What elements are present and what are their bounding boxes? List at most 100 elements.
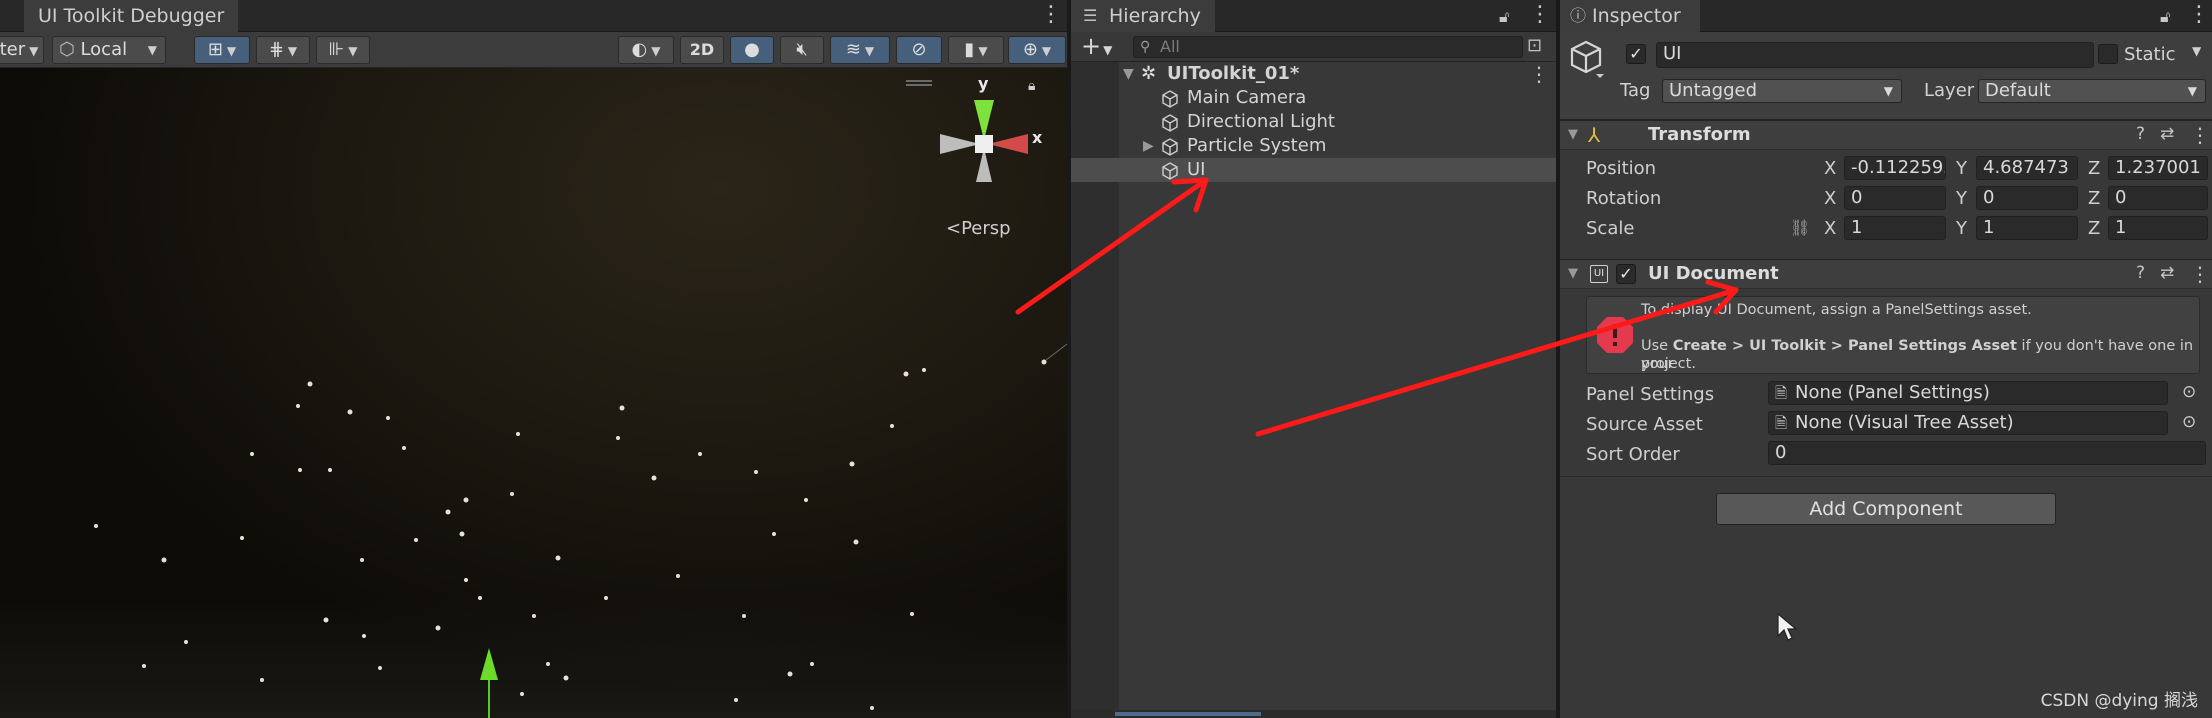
help-icon[interactable]: ? bbox=[2136, 263, 2145, 283]
tab-ui-toolkit-debugger[interactable]: UI Toolkit Debugger bbox=[24, 0, 239, 32]
orientation-gizmo[interactable]: y x 🔒︎ <Persp bbox=[920, 74, 1067, 250]
expand-arrow-icon[interactable]: ▶ bbox=[1143, 134, 1154, 158]
transform-component-header[interactable]: ▼ ⅄ Transform ? ⇄ ⋮ bbox=[1560, 120, 2212, 150]
scene-more-icon[interactable]: ⋮ bbox=[1040, 3, 1062, 27]
object-picker-icon[interactable]: ⊙ bbox=[2182, 382, 2196, 402]
2d-toggle-button[interactable]: 2D bbox=[680, 36, 724, 64]
hierarchy-item-directional-light[interactable]: Directional Light bbox=[1071, 110, 1556, 134]
preset-icon[interactable]: ⇄ bbox=[2160, 124, 2174, 144]
gameobject-active-checkbox[interactable]: ✓ bbox=[1626, 44, 1646, 64]
gameobject-cube-icon bbox=[1570, 40, 1604, 78]
lock-icon[interactable]: 🔒︎ bbox=[1028, 78, 1035, 94]
hierarchy-scrollbar-thumb[interactable] bbox=[1115, 712, 1261, 716]
lock-icon[interactable]: 🔓︎ bbox=[2160, 5, 2170, 29]
grid-snap-button[interactable]: ⊞ ▼ bbox=[194, 36, 250, 64]
inspector-more-icon[interactable]: ⋮ bbox=[2188, 3, 2210, 27]
transform-title: Transform bbox=[1648, 124, 1751, 145]
expand-arrow-icon[interactable]: ▼ bbox=[1123, 62, 1134, 86]
object-picker-icon[interactable]: ⊙ bbox=[2182, 412, 2196, 432]
panel-splitter[interactable] bbox=[1067, 0, 1071, 718]
list-icon: ☰ bbox=[1083, 6, 1098, 25]
scale-z-field[interactable]: 1 bbox=[2108, 216, 2208, 240]
chevron-down-icon[interactable]: ▼ bbox=[2192, 44, 2201, 58]
hierarchy-item-main-camera[interactable]: Main Camera bbox=[1071, 86, 1556, 110]
grid-icon: ⋕ bbox=[268, 39, 284, 60]
x-cone bbox=[988, 134, 1028, 154]
globe-icon: ⊕ bbox=[1022, 39, 1038, 60]
add-component-button[interactable]: Add Component bbox=[1716, 493, 2056, 525]
rotation-y-axis-label[interactable]: Y bbox=[1956, 188, 1967, 209]
hierarchy-more-icon[interactable]: ⋮ bbox=[1529, 3, 1551, 27]
rotation-z-field[interactable]: 0 bbox=[2108, 186, 2208, 210]
component-more-icon[interactable]: ⋮ bbox=[2190, 262, 2210, 286]
search-filter-icon[interactable]: ⊡ bbox=[1527, 35, 1542, 56]
foldout-arrow-icon[interactable]: ▼ bbox=[1568, 127, 1578, 142]
tag-dropdown[interactable]: Untagged ▼ bbox=[1662, 79, 1902, 103]
increment-snap-button[interactable]: ⊪ ▼ bbox=[316, 36, 370, 64]
hierarchy-scrollbar-track[interactable] bbox=[1071, 710, 1556, 718]
scale-y-field[interactable]: 1 bbox=[1976, 216, 2078, 240]
space-dropdown[interactable]: ⬡ Local ▼ bbox=[52, 36, 166, 64]
scene-viewport[interactable]: y x 🔒︎ <Persp bbox=[0, 68, 1067, 718]
position-z-field[interactable]: 1.237001 bbox=[2108, 156, 2208, 180]
rotation-x-field[interactable]: 0 bbox=[1844, 186, 1946, 210]
constrain-proportions-icon[interactable]: ⛓︎ bbox=[1790, 218, 1810, 237]
scale-z-axis-label[interactable]: Z bbox=[2088, 218, 2100, 239]
position-x-axis-label[interactable]: X bbox=[1824, 158, 1836, 179]
position-y-field[interactable]: 4.687473 bbox=[1976, 156, 2078, 180]
position-z-axis-label[interactable]: Z bbox=[2088, 158, 2100, 179]
rotation-z-axis-label[interactable]: Z bbox=[2088, 188, 2100, 209]
panel-settings-field[interactable]: 🗎︎ None (Panel Settings) bbox=[1768, 381, 2168, 405]
overlay-handle-icon[interactable] bbox=[906, 80, 932, 86]
hierarchy-panel: ☰ Hierarchy 🔓︎ ⋮ + ▼ ⚲ All ⊡ ▼ ✲ UIToolki… bbox=[1071, 0, 1556, 718]
projection-toggle[interactable]: <Persp bbox=[946, 218, 1011, 239]
tab-inspector[interactable]: ⓘ Inspector bbox=[1560, 0, 1700, 32]
lighting-toggle-button[interactable]: ● bbox=[730, 36, 774, 64]
cube-icon bbox=[1162, 162, 1178, 180]
scale-x-axis-label[interactable]: X bbox=[1824, 218, 1836, 239]
draw-mode-button[interactable]: ◐ ▼ bbox=[618, 36, 674, 64]
layer-dropdown[interactable]: Default ▼ bbox=[1978, 79, 2206, 103]
ui-document-component-header[interactable]: ▼ UI ✓ UI Document ? ⇄ ⋮ bbox=[1560, 259, 2212, 289]
source-asset-field[interactable]: 🗎︎ None (Visual Tree Asset) bbox=[1768, 411, 2168, 435]
foldout-arrow-icon[interactable]: ▼ bbox=[1568, 266, 1578, 281]
help-icon[interactable]: ? bbox=[2136, 124, 2145, 144]
gameobject-name-input[interactable]: UI bbox=[1656, 42, 2094, 68]
hierarchy-scene-row[interactable]: ▼ ✲ UIToolkit_01* ⋮ bbox=[1071, 62, 1556, 86]
lock-icon[interactable]: 🔓︎ bbox=[1499, 5, 1509, 29]
space-label: Local bbox=[80, 39, 128, 60]
ui-document-enabled-checkbox[interactable]: ✓ bbox=[1616, 264, 1636, 284]
pivot-dropdown[interactable]: ter ▼ bbox=[0, 36, 44, 64]
position-y-axis-label[interactable]: Y bbox=[1956, 158, 1967, 179]
effects-button[interactable]: ≋ ▼ bbox=[830, 36, 890, 64]
hierarchy-item-particle-system[interactable]: ▶ Particle System bbox=[1071, 134, 1556, 158]
tab-hierarchy[interactable]: ☰ Hierarchy bbox=[1071, 0, 1215, 32]
sort-order-field[interactable]: 0 bbox=[1768, 441, 2206, 465]
camera-settings-button[interactable]: ▮ ▼ bbox=[948, 36, 1004, 64]
scene-tabbar: UI Toolkit Debugger ⋮ bbox=[0, 0, 1067, 32]
grid-visibility-button[interactable]: ⋕ ▼ bbox=[256, 36, 310, 64]
hierarchy-item-ui[interactable]: UI bbox=[1071, 158, 1556, 182]
scale-x-field[interactable]: 1 bbox=[1844, 216, 1946, 240]
static-checkbox[interactable] bbox=[2098, 44, 2118, 64]
panel-splitter[interactable] bbox=[1556, 0, 1560, 718]
scene-name: UIToolkit_01* bbox=[1167, 63, 1300, 84]
position-x-field[interactable]: -0.1122595 bbox=[1844, 156, 1946, 180]
gizmo-y-label: y bbox=[978, 74, 989, 93]
ui-document-icon: UI bbox=[1590, 265, 1608, 283]
rotation-y-field[interactable]: 0 bbox=[1976, 186, 2078, 210]
gizmos-button[interactable]: ⊕ ▼ bbox=[1008, 36, 1066, 64]
add-object-button[interactable]: + ▼ bbox=[1081, 32, 1112, 64]
component-more-icon[interactable]: ⋮ bbox=[2190, 123, 2210, 147]
scene-more-icon[interactable]: ⋮ bbox=[1529, 62, 1549, 86]
source-asset-label: Source Asset bbox=[1586, 414, 1703, 435]
audio-toggle-button[interactable]: 🔇︎ bbox=[780, 36, 824, 64]
search-icon: ⚲ bbox=[1140, 39, 1151, 55]
layer-value: Default bbox=[1985, 80, 2051, 101]
hidden-objects-toggle[interactable]: ⊘ bbox=[896, 36, 942, 64]
preset-icon[interactable]: ⇄ bbox=[2160, 263, 2174, 283]
hierarchy-search-input[interactable]: ⚲ All bbox=[1133, 36, 1523, 58]
scale-y-axis-label[interactable]: Y bbox=[1956, 218, 1967, 239]
gameobject-header: ✓ UI Static ▼ Tag Untagged ▼ Layer Defau… bbox=[1560, 32, 2212, 120]
rotation-x-axis-label[interactable]: X bbox=[1824, 188, 1836, 209]
